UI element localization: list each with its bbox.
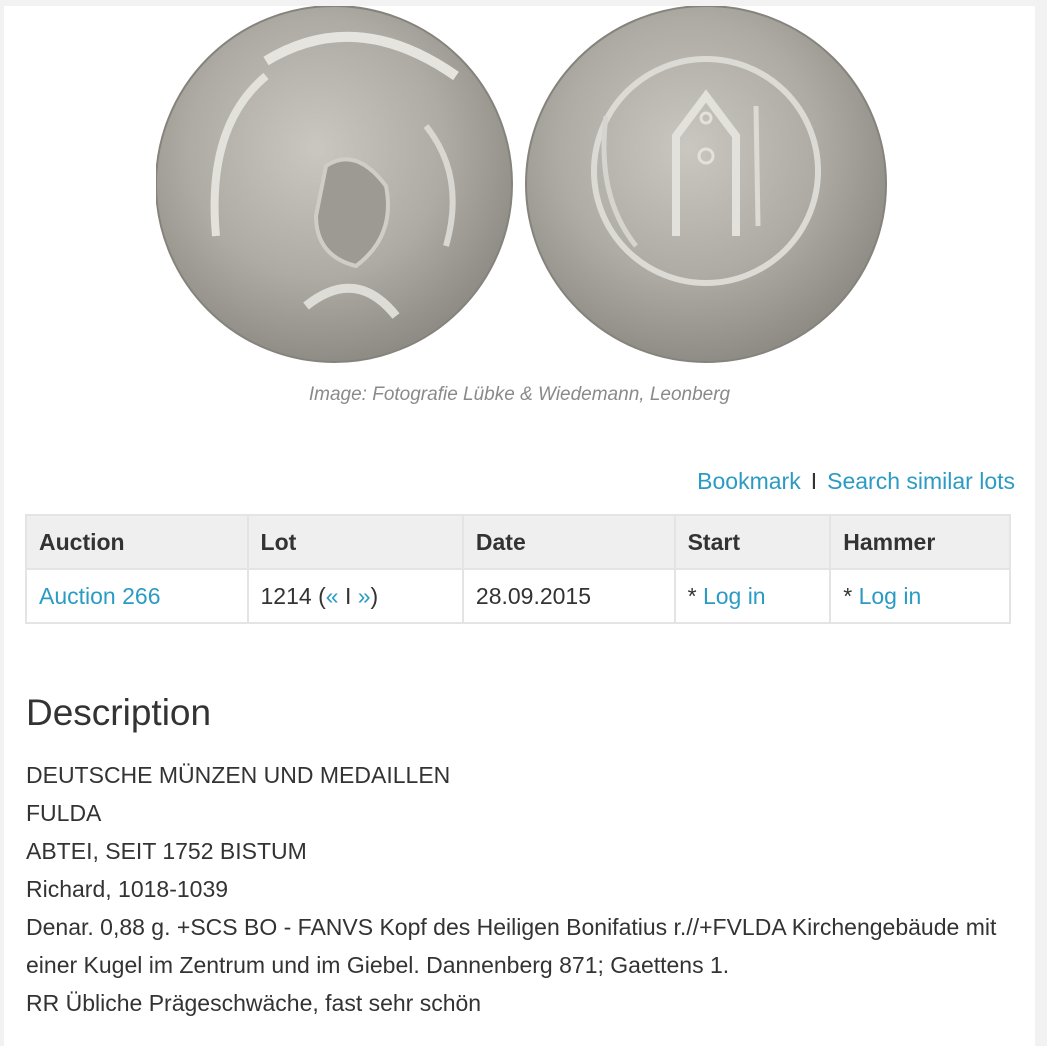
previous-lot-link[interactable]: « xyxy=(326,583,339,609)
header-date: Date xyxy=(461,514,676,570)
next-lot-link[interactable]: » xyxy=(358,583,371,609)
description-line: Denar. 0,88 g. +SCS BO - FANVS Kopf des … xyxy=(26,914,997,978)
lot-nav-separator: I xyxy=(344,582,352,609)
lot-actions: Bookmark I Search similar lots xyxy=(697,468,1015,495)
lot-paren-close: ) xyxy=(370,582,379,609)
description-line: ABTEI, SEIT 1752 BISTUM xyxy=(26,838,307,864)
lot-number: 1214 xyxy=(260,582,312,609)
search-similar-lots-link[interactable]: Search similar lots xyxy=(827,468,1015,494)
cell-auction: Auction 266 xyxy=(25,568,249,624)
header-start: Start xyxy=(673,514,832,570)
lot-info-table: Auction Lot Date Start Hammer Auction 26… xyxy=(25,514,1011,624)
header-auction: Auction xyxy=(25,514,249,570)
cell-start: * Log in xyxy=(673,568,832,624)
lot-paren-open: ( xyxy=(318,582,326,609)
lot-page: Image: Fotografie Lübke & Wiedemann, Leo… xyxy=(4,6,1035,1046)
cell-lot: 1214 (« I ») xyxy=(246,568,464,624)
header-lot: Lot xyxy=(246,514,464,570)
image-caption: Image: Fotografie Lübke & Wiedemann, Leo… xyxy=(308,384,731,405)
table-row: Auction 266 1214 (« I ») 28.09.2015 * Lo… xyxy=(25,568,1011,624)
auction-link[interactable]: Auction 266 xyxy=(39,583,160,609)
description-line: RR Übliche Prägeschwäche, fast sehr schö… xyxy=(26,990,482,1016)
description-heading: Description xyxy=(26,692,212,733)
start-asterisk: * xyxy=(687,582,703,609)
start-login-link[interactable]: Log in xyxy=(703,583,766,609)
coin-reverse xyxy=(525,6,887,363)
cell-hammer: * Log in xyxy=(829,568,1011,624)
hammer-asterisk: * xyxy=(843,582,859,609)
coin-image[interactable] xyxy=(156,6,896,376)
hammer-login-link[interactable]: Log in xyxy=(859,583,922,609)
description-line: FULDA xyxy=(26,800,102,826)
header-hammer: Hammer xyxy=(829,514,1011,570)
coin-obverse xyxy=(156,6,513,363)
table-header-row: Auction Lot Date Start Hammer xyxy=(25,514,1011,570)
description-line: Richard, 1018-1039 xyxy=(26,876,229,902)
bookmark-link[interactable]: Bookmark xyxy=(697,468,801,494)
description-line: DEUTSCHE MÜNZEN UND MEDAILLEN xyxy=(26,762,451,788)
cell-date: 28.09.2015 xyxy=(461,568,676,624)
actions-separator: I xyxy=(810,468,818,494)
description-text: DEUTSCHE MÜNZEN UND MEDAILLEN FULDA ABTE… xyxy=(26,756,1021,1022)
